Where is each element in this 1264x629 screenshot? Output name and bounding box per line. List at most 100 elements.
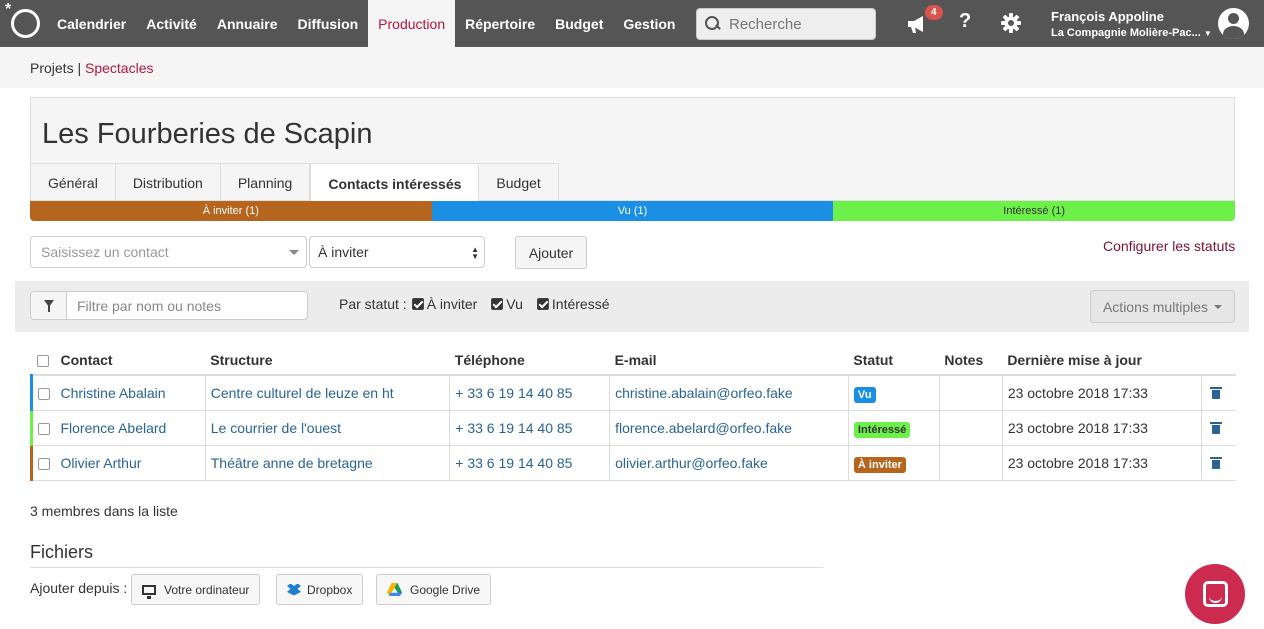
chevron-down-icon: [289, 250, 299, 255]
table-row[interactable]: Olivier Arthur Théâtre anne de bretagne …: [30, 445, 1236, 481]
trash-icon[interactable]: [1210, 456, 1223, 469]
tab-contacts-interesses[interactable]: Contacts intéressés: [310, 163, 480, 203]
contact-select-placeholder: Saisissez un contact: [41, 244, 169, 260]
status-badge[interactable]: À inviter: [853, 456, 906, 473]
delete-cell: [1201, 445, 1236, 481]
table-row[interactable]: Christine Abalain Centre culturel de leu…: [30, 375, 1236, 411]
status-select-value: À inviter: [318, 244, 369, 260]
status-segment-vu[interactable]: Vu (1): [431, 201, 834, 221]
phone[interactable]: + 33 6 19 14 40 85: [449, 375, 610, 411]
col-notes[interactable]: Notes: [939, 345, 1003, 376]
trash-icon[interactable]: [1210, 386, 1223, 399]
col-contact[interactable]: Contact: [55, 345, 206, 376]
help-icon[interactable]: ?: [959, 10, 971, 33]
bulk-actions-button[interactable]: Actions multiples: [1090, 290, 1235, 323]
tab-budget[interactable]: Budget: [479, 163, 559, 201]
contacts-table: Contact Structure Téléphone E-mail Statu…: [30, 345, 1236, 481]
row-checkbox[interactable]: [38, 388, 50, 401]
tab-bar: Général Distribution Planning Contacts i…: [31, 163, 559, 203]
logo-ring-icon: [11, 9, 40, 38]
project-header: Les Fourberies de Scapin Général Distrib…: [30, 97, 1235, 203]
upload-dropbox-button[interactable]: Dropbox: [276, 574, 364, 605]
tab-planning[interactable]: Planning: [220, 163, 311, 201]
chat-widget-button[interactable]: [1185, 564, 1245, 624]
breadcrumb-projets[interactable]: Projets: [30, 60, 74, 76]
status-segment-interesse[interactable]: Intéressé (1): [833, 201, 1235, 221]
col-email[interactable]: E-mail: [609, 345, 849, 376]
notes[interactable]: [938, 410, 1003, 446]
status-badge[interactable]: Intéressé: [853, 421, 911, 438]
search-input[interactable]: Recherche: [696, 8, 876, 40]
filter-input[interactable]: Filtre par nom ou notes: [66, 291, 308, 320]
configure-statuses-link[interactable]: Configurer les statuts: [1103, 238, 1235, 254]
bulk-actions-label: Actions multiples: [1102, 298, 1209, 315]
phone[interactable]: + 33 6 19 14 40 85: [449, 410, 610, 446]
breadcrumb-spectacles[interactable]: Spectacles: [85, 60, 153, 76]
notes[interactable]: [938, 375, 1003, 411]
row-checkbox[interactable]: [38, 457, 50, 470]
phone[interactable]: + 33 6 19 14 40 85: [449, 445, 610, 481]
avatar[interactable]: [1218, 8, 1249, 39]
delete-cell: [1201, 410, 1236, 446]
notes[interactable]: [938, 445, 1003, 481]
col-structure[interactable]: Structure: [205, 345, 450, 376]
members-count: 3 membres dans la liste: [30, 503, 178, 519]
user-menu[interactable]: François Appoline La Compagnie Molière-P…: [1051, 9, 1212, 39]
tab-general[interactable]: Général: [31, 163, 116, 201]
nav-item-repertoire[interactable]: Répertoire: [455, 0, 545, 47]
page-title: Les Fourberies de Scapin: [42, 118, 373, 150]
user-name: François Appoline: [1051, 9, 1164, 24]
filter-button[interactable]: [30, 291, 67, 320]
col-updated[interactable]: Dernière mise à jour: [1002, 345, 1202, 376]
checkbox-vu[interactable]: [491, 298, 504, 310]
tab-distribution[interactable]: Distribution: [115, 163, 221, 201]
select-all-checkbox[interactable]: [36, 354, 49, 367]
nav-item-gestion[interactable]: Gestion: [613, 0, 685, 47]
email[interactable]: christine.abalain@orfeo.fake: [609, 375, 849, 411]
status-segment-a-inviter[interactable]: À inviter (1): [30, 201, 432, 221]
nav-item-activite[interactable]: Activité: [136, 0, 207, 47]
table-header-row: Contact Structure Téléphone E-mail Statu…: [31, 345, 1236, 376]
last-updated: 23 octobre 2018 17:33: [1001, 445, 1202, 481]
status-cell: À inviter: [847, 445, 940, 481]
trash-icon[interactable]: [1210, 421, 1223, 434]
table-row[interactable]: Florence Abelard Le courrier de l'ouest …: [30, 410, 1236, 446]
nav-item-production[interactable]: Production: [368, 0, 456, 47]
contact-name[interactable]: Florence Abelard: [55, 410, 206, 446]
nav-item-calendrier[interactable]: Calendrier: [47, 0, 136, 47]
status-badge[interactable]: Vu: [853, 386, 876, 403]
logo-star-icon: *: [5, 1, 12, 18]
col-statut[interactable]: Statut: [848, 345, 940, 376]
email[interactable]: olivier.arthur@orfeo.fake: [609, 445, 849, 481]
gear-icon[interactable]: [1001, 13, 1021, 33]
contact-select[interactable]: Saisissez un contact: [30, 236, 307, 268]
row-select-cell: [30, 445, 56, 481]
status-filter-group: Par statut : À inviter Vu Intéressé: [339, 296, 609, 312]
email[interactable]: florence.abelard@orfeo.fake: [609, 410, 849, 446]
contact-name[interactable]: Christine Abalain: [55, 375, 206, 411]
checkbox-a-inviter[interactable]: [411, 298, 424, 310]
nav-item-budget[interactable]: Budget: [545, 0, 613, 47]
nav-item-annuaire[interactable]: Annuaire: [207, 0, 288, 47]
nav-item-diffusion[interactable]: Diffusion: [288, 0, 369, 47]
checkbox-interesse[interactable]: [536, 298, 549, 310]
structure-name[interactable]: Centre culturel de leuze en ht: [204, 375, 450, 411]
chat-icon: [1203, 581, 1228, 607]
row-checkbox[interactable]: [38, 422, 50, 435]
status-select[interactable]: À inviter ▲ ▼: [309, 236, 485, 268]
upload-computer-button[interactable]: Votre ordinateur: [131, 574, 261, 605]
col-telephone[interactable]: Téléphone: [449, 345, 610, 376]
app-logo[interactable]: *: [0, 0, 47, 47]
last-updated: 23 octobre 2018 17:33: [1001, 410, 1202, 446]
google-drive-icon: [387, 583, 402, 596]
user-org: La Compagnie Molière-Pac... ▼: [1051, 27, 1212, 39]
add-contact-button[interactable]: Ajouter: [515, 236, 587, 269]
last-updated: 23 octobre 2018 17:33: [1001, 375, 1202, 411]
funnel-icon: [44, 300, 54, 312]
structure-name[interactable]: Théâtre anne de bretagne: [204, 445, 450, 481]
contact-name[interactable]: Olivier Arthur: [55, 445, 206, 481]
monitor-icon: [142, 584, 156, 599]
structure-name[interactable]: Le courrier de l'ouest: [204, 410, 450, 446]
upload-google-drive-button[interactable]: Google Drive: [376, 574, 492, 605]
status-cell: Vu: [847, 375, 940, 411]
